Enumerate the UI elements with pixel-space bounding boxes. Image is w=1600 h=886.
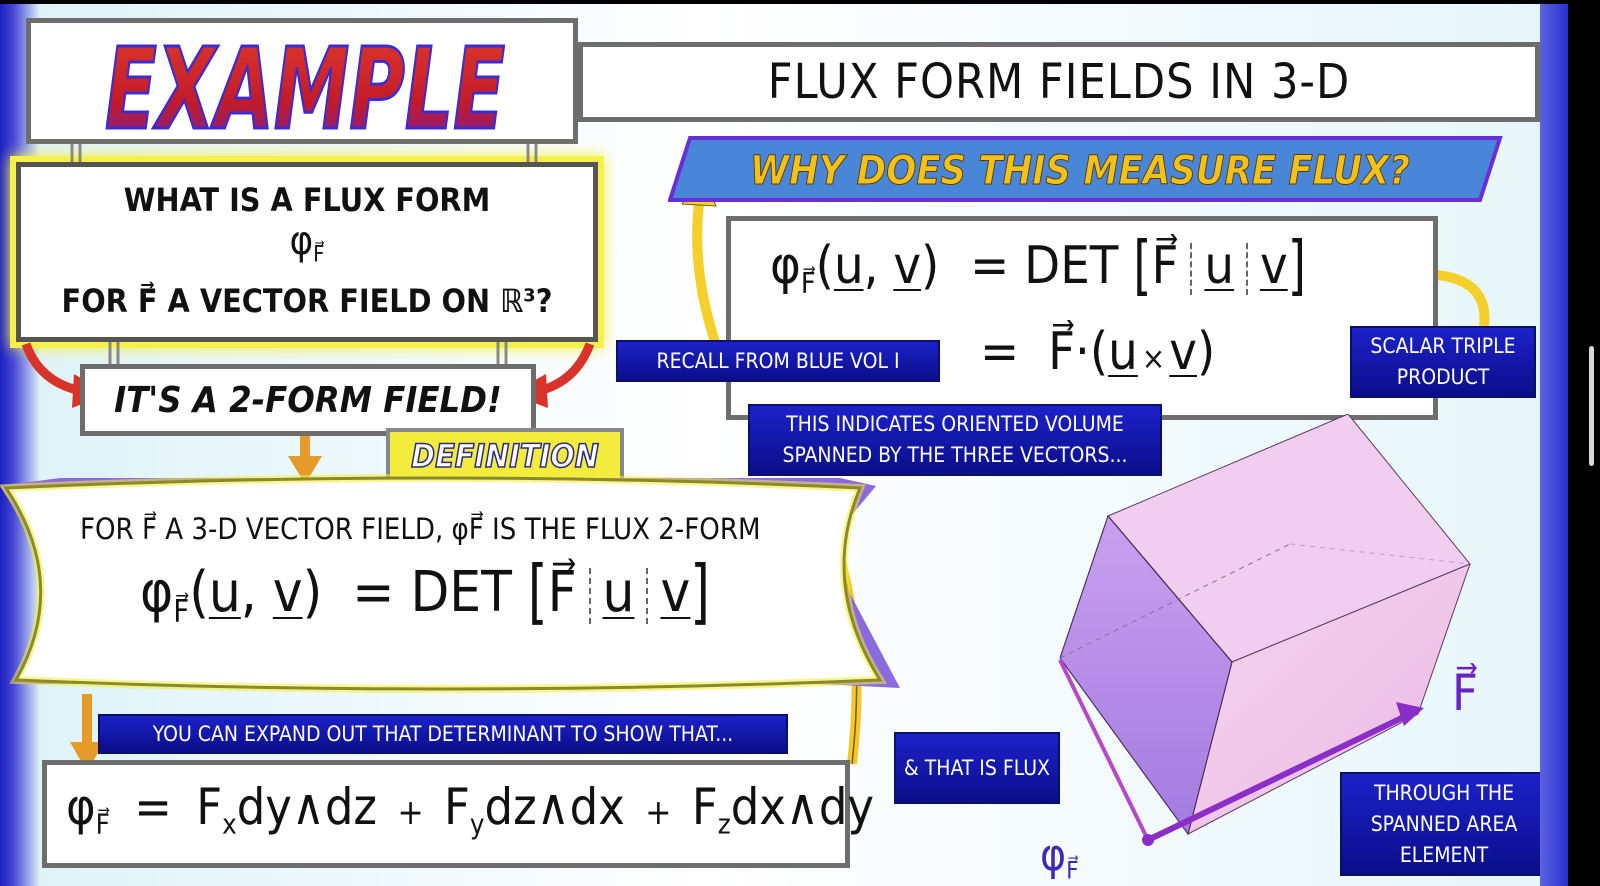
through-label: THROUGH THE SPANNED AREA ELEMENT — [1340, 772, 1548, 876]
svg-text:WHY DOES THIS MEASURE FLUX?: WHY DOES THIS MEASURE FLUX? — [750, 148, 1410, 194]
figure-label-phi: φF⃗ — [1040, 830, 1079, 885]
definition-formula: φF⃗(u, v) = DET [F⃗ u v] — [140, 551, 710, 634]
recall-label: RECALL FROM BLUE VOL I — [616, 340, 940, 382]
scrollbar-thumb[interactable] — [1589, 346, 1594, 466]
why-banner: WHY DOES THIS MEASURE FLUX? — [668, 136, 1503, 202]
why-formula-line2: = F⃗·(u ×v) — [980, 322, 1216, 382]
answer-text: IT'S A 2-FORM FIELD! — [114, 379, 502, 421]
window-right-edge — [1540, 4, 1568, 886]
expand-note-label: YOU CAN EXPAND OUT THAT DETERMINANT TO S… — [98, 714, 788, 754]
expansion-formula: φF⃗ = Fxdy∧dz + Fydz∧dx + Fzdx∧dy — [66, 778, 875, 841]
why-formula-line1: φF⃗(u, v) = DET [F⃗ u v] — [770, 228, 1306, 304]
definition-sentence: FOR F⃗ A 3-D VECTOR FIELD, φF⃗ IS THE FL… — [80, 512, 761, 546]
flux-label: & THAT IS FLUX — [894, 732, 1060, 804]
answer-box: IT'S A 2-FORM FIELD! — [80, 364, 536, 436]
figure-label-F: F⃗ — [1452, 664, 1478, 722]
slide-canvas: EXAMPLE FLUX FORM FIELDS IN 3-D WHAT IS … — [0, 4, 1568, 886]
scalar-triple-label: SCALAR TRIPLE PRODUCT — [1350, 326, 1536, 398]
